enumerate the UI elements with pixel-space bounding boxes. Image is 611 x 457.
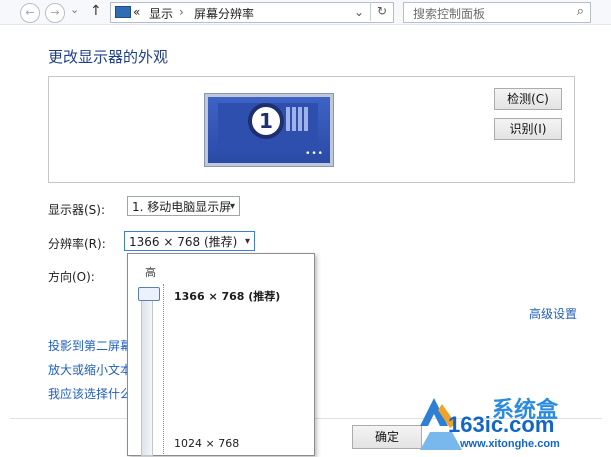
resolution-option-1024[interactable]: 1024 × 768 bbox=[174, 437, 239, 450]
forward-icon: → bbox=[50, 6, 60, 19]
resolution-label: 分辨率(R): bbox=[48, 237, 106, 251]
monitor-1-preview[interactable]: 1 ••• bbox=[205, 94, 333, 166]
breadcrumb-display[interactable]: 显示 bbox=[149, 5, 173, 22]
display-label: 显示器(S): bbox=[48, 203, 106, 217]
project-second-screen-link[interactable]: 投影到第二屏幕 bbox=[48, 337, 127, 354]
monitor-number-badge: 1 bbox=[248, 103, 284, 139]
refresh-button[interactable]: ↻ bbox=[370, 2, 393, 21]
resolution-select[interactable]: 1366 × 768 (推荐) ▾ bbox=[124, 231, 255, 251]
search-input[interactable]: 搜索控制面板 ⌕ bbox=[403, 2, 591, 23]
watermark-domain: 163ic.com bbox=[448, 412, 555, 437]
identify-button[interactable]: 识别(I) bbox=[494, 118, 562, 140]
breadcrumb-overflow[interactable]: « bbox=[133, 5, 140, 19]
forward-button[interactable]: → bbox=[45, 3, 65, 23]
orientation-label: 方向(O): bbox=[48, 270, 95, 284]
display-select-value: 1. 移动电脑显示屏 bbox=[132, 200, 232, 214]
resolution-slider-thumb[interactable] bbox=[138, 287, 160, 301]
detect-button[interactable]: 检测(C) bbox=[494, 88, 562, 110]
resolution-dropdown bbox=[127, 253, 315, 456]
enlarge-text-link[interactable]: 放大或缩小文本 bbox=[48, 361, 127, 378]
up-button[interactable]: ↑ bbox=[90, 3, 102, 19]
resolution-select-value: 1366 × 768 (推荐) bbox=[129, 235, 238, 249]
back-button[interactable]: ← bbox=[20, 3, 40, 23]
resolution-option-recommended[interactable]: 1366 × 768 (推荐) bbox=[174, 288, 280, 304]
display-select[interactable]: 1. 移动电脑显示屏 ▾ bbox=[127, 196, 240, 216]
what-to-choose-link[interactable]: 我应该选择什么 bbox=[48, 385, 127, 402]
address-bar[interactable]: « 显示 › 屏幕分辨率 ⌄ bbox=[110, 2, 394, 23]
monitor-dots-icon: ••• bbox=[305, 149, 324, 159]
advanced-settings-link[interactable]: 高级设置 bbox=[529, 305, 577, 322]
refresh-icon: ↻ bbox=[376, 4, 388, 18]
watermark-url: www.xitonghe.com bbox=[460, 438, 560, 450]
breadcrumb-resolution[interactable]: 屏幕分辨率 bbox=[194, 5, 254, 22]
high-label: 高 bbox=[145, 266, 156, 279]
recent-locations-chevron-down-icon[interactable]: ⌄ bbox=[70, 3, 79, 16]
back-icon: ← bbox=[25, 6, 35, 19]
watermark: 系统盒 163ic.com www.xitonghe.com bbox=[412, 384, 611, 454]
page-title: 更改显示器的外观 bbox=[48, 48, 169, 66]
chevron-down-icon: ▾ bbox=[244, 236, 250, 247]
address-chevron-down-icon[interactable]: ⌄ bbox=[354, 5, 364, 19]
display-icon bbox=[115, 6, 131, 18]
taskbar-grid-icon bbox=[286, 107, 308, 131]
resolution-slider-track[interactable] bbox=[141, 287, 153, 456]
slider-dotted-guide bbox=[163, 284, 165, 454]
search-icon[interactable]: ⌕ bbox=[577, 4, 584, 19]
breadcrumb-separator[interactable]: › bbox=[179, 5, 184, 19]
chevron-down-icon: ▾ bbox=[229, 201, 235, 212]
search-placeholder: 搜索控制面板 bbox=[413, 7, 486, 21]
